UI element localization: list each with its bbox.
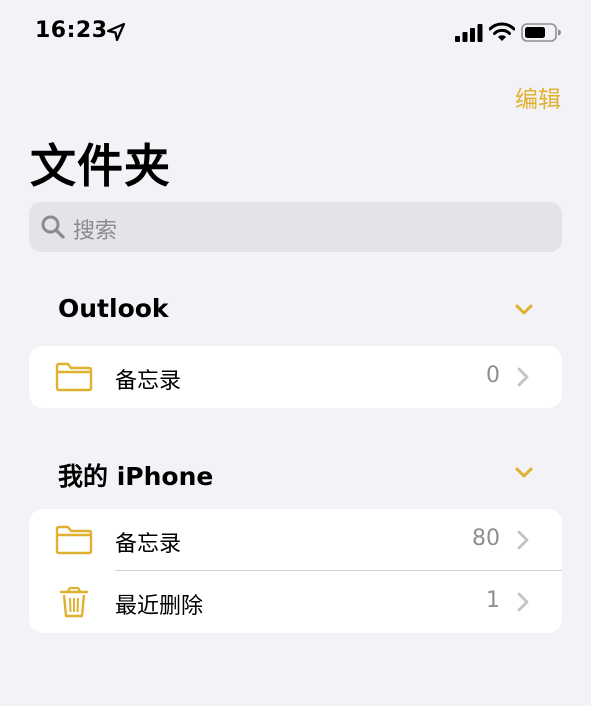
folder-icon [55, 525, 93, 555]
folder-count: 1 [486, 588, 500, 613]
trash-icon [59, 586, 89, 618]
folder-count: 0 [486, 363, 500, 388]
status-time: 16:23 [35, 18, 108, 43]
chevron-down-icon[interactable] [514, 300, 534, 320]
folder-row[interactable]: 备忘录 0 [29, 346, 562, 408]
notes-folders-screen: 16:23 编辑 文件夹 搜索 Outlook 备忘录 0 我的 iPhone … [0, 0, 591, 706]
folder-row[interactable]: 备忘录 80 [29, 509, 562, 571]
edit-button[interactable]: 编辑 [515, 80, 561, 114]
chevron-right-icon [517, 592, 529, 612]
chevron-right-icon [517, 367, 529, 387]
folder-list-iphone: 备忘录 80 最近删除 1 [29, 509, 562, 633]
search-icon [41, 215, 65, 239]
folder-icon [55, 362, 93, 392]
search-placeholder: 搜索 [73, 219, 118, 244]
status-bar: 16:23 [0, 0, 591, 64]
section-header-iphone[interactable]: 我的 iPhone [29, 453, 562, 493]
cellular-signal-icon [455, 24, 483, 42]
chevron-right-icon [517, 530, 529, 550]
section-title: Outlook [58, 294, 169, 323]
folder-label: 最近删除 [115, 594, 204, 619]
folder-label: 备忘录 [115, 532, 182, 557]
page-title: 文件夹 [30, 139, 171, 193]
section-title: 我的 iPhone [58, 462, 214, 491]
folder-list-outlook: 备忘录 0 [29, 346, 562, 408]
section-header-outlook[interactable]: Outlook [29, 290, 562, 330]
folder-count: 80 [472, 526, 500, 551]
battery-icon [521, 23, 561, 42]
folder-label: 备忘录 [115, 369, 182, 394]
chevron-down-icon[interactable] [514, 463, 534, 483]
location-arrow-icon [106, 22, 126, 42]
folder-row[interactable]: 最近删除 1 [29, 571, 562, 633]
wifi-icon [489, 22, 515, 41]
